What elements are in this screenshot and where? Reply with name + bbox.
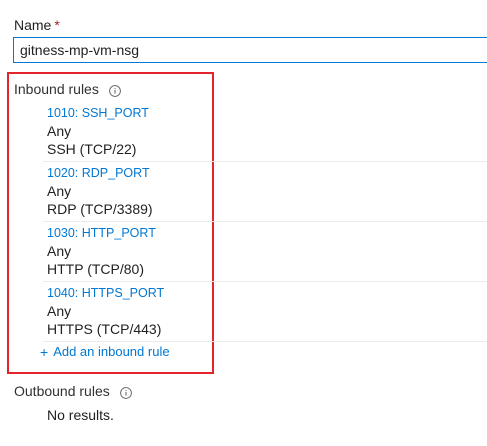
- inbound-rule-https: 1040: HTTPS_PORT Any HTTPS (TCP/443): [47, 284, 487, 338]
- inbound-rule-link[interactable]: 1040: HTTPS_PORT: [47, 284, 487, 302]
- rule-source: Any: [47, 303, 72, 319]
- inbound-rule-link[interactable]: 1020: RDP_PORT: [47, 164, 487, 182]
- plus-icon: +: [40, 344, 49, 360]
- rule-divider: [43, 161, 487, 162]
- rule-source: Any: [47, 243, 72, 259]
- inbound-rule-rdp: 1020: RDP_PORT Any RDP (TCP/3389): [47, 164, 487, 218]
- inbound-rule-link[interactable]: 1010: SSH_PORT: [47, 104, 487, 122]
- inbound-rule-http: 1030: HTTP_PORT Any HTTP (TCP/80): [47, 224, 487, 278]
- add-inbound-rule-button[interactable]: + Add an inbound rule: [40, 343, 170, 361]
- add-inbound-rule-label: Add an inbound rule: [53, 344, 170, 359]
- rule-divider: [43, 281, 487, 282]
- info-icon[interactable]: [119, 385, 132, 399]
- rule-divider: [43, 221, 487, 222]
- inbound-rule-link[interactable]: 1030: HTTP_PORT: [47, 224, 487, 242]
- rule-service: HTTP (TCP/80): [47, 261, 144, 277]
- outbound-rules-heading: Outbound rules: [14, 382, 132, 400]
- rule-service: RDP (TCP/3389): [47, 201, 153, 217]
- required-marker: *: [54, 17, 60, 33]
- name-input[interactable]: [13, 37, 487, 63]
- rule-service: SSH (TCP/22): [47, 141, 137, 157]
- name-label-text: Name: [14, 17, 52, 33]
- outbound-empty-text: No results.: [47, 407, 114, 423]
- inbound-rule-ssh: 1010: SSH_PORT Any SSH (TCP/22): [47, 104, 487, 158]
- rule-source: Any: [47, 183, 72, 199]
- outbound-rules-title: Outbound rules: [14, 383, 110, 399]
- rule-divider: [43, 341, 487, 342]
- rule-service: HTTPS (TCP/443): [47, 321, 162, 337]
- rule-source: Any: [47, 123, 72, 139]
- name-field-label: Name *: [14, 16, 60, 34]
